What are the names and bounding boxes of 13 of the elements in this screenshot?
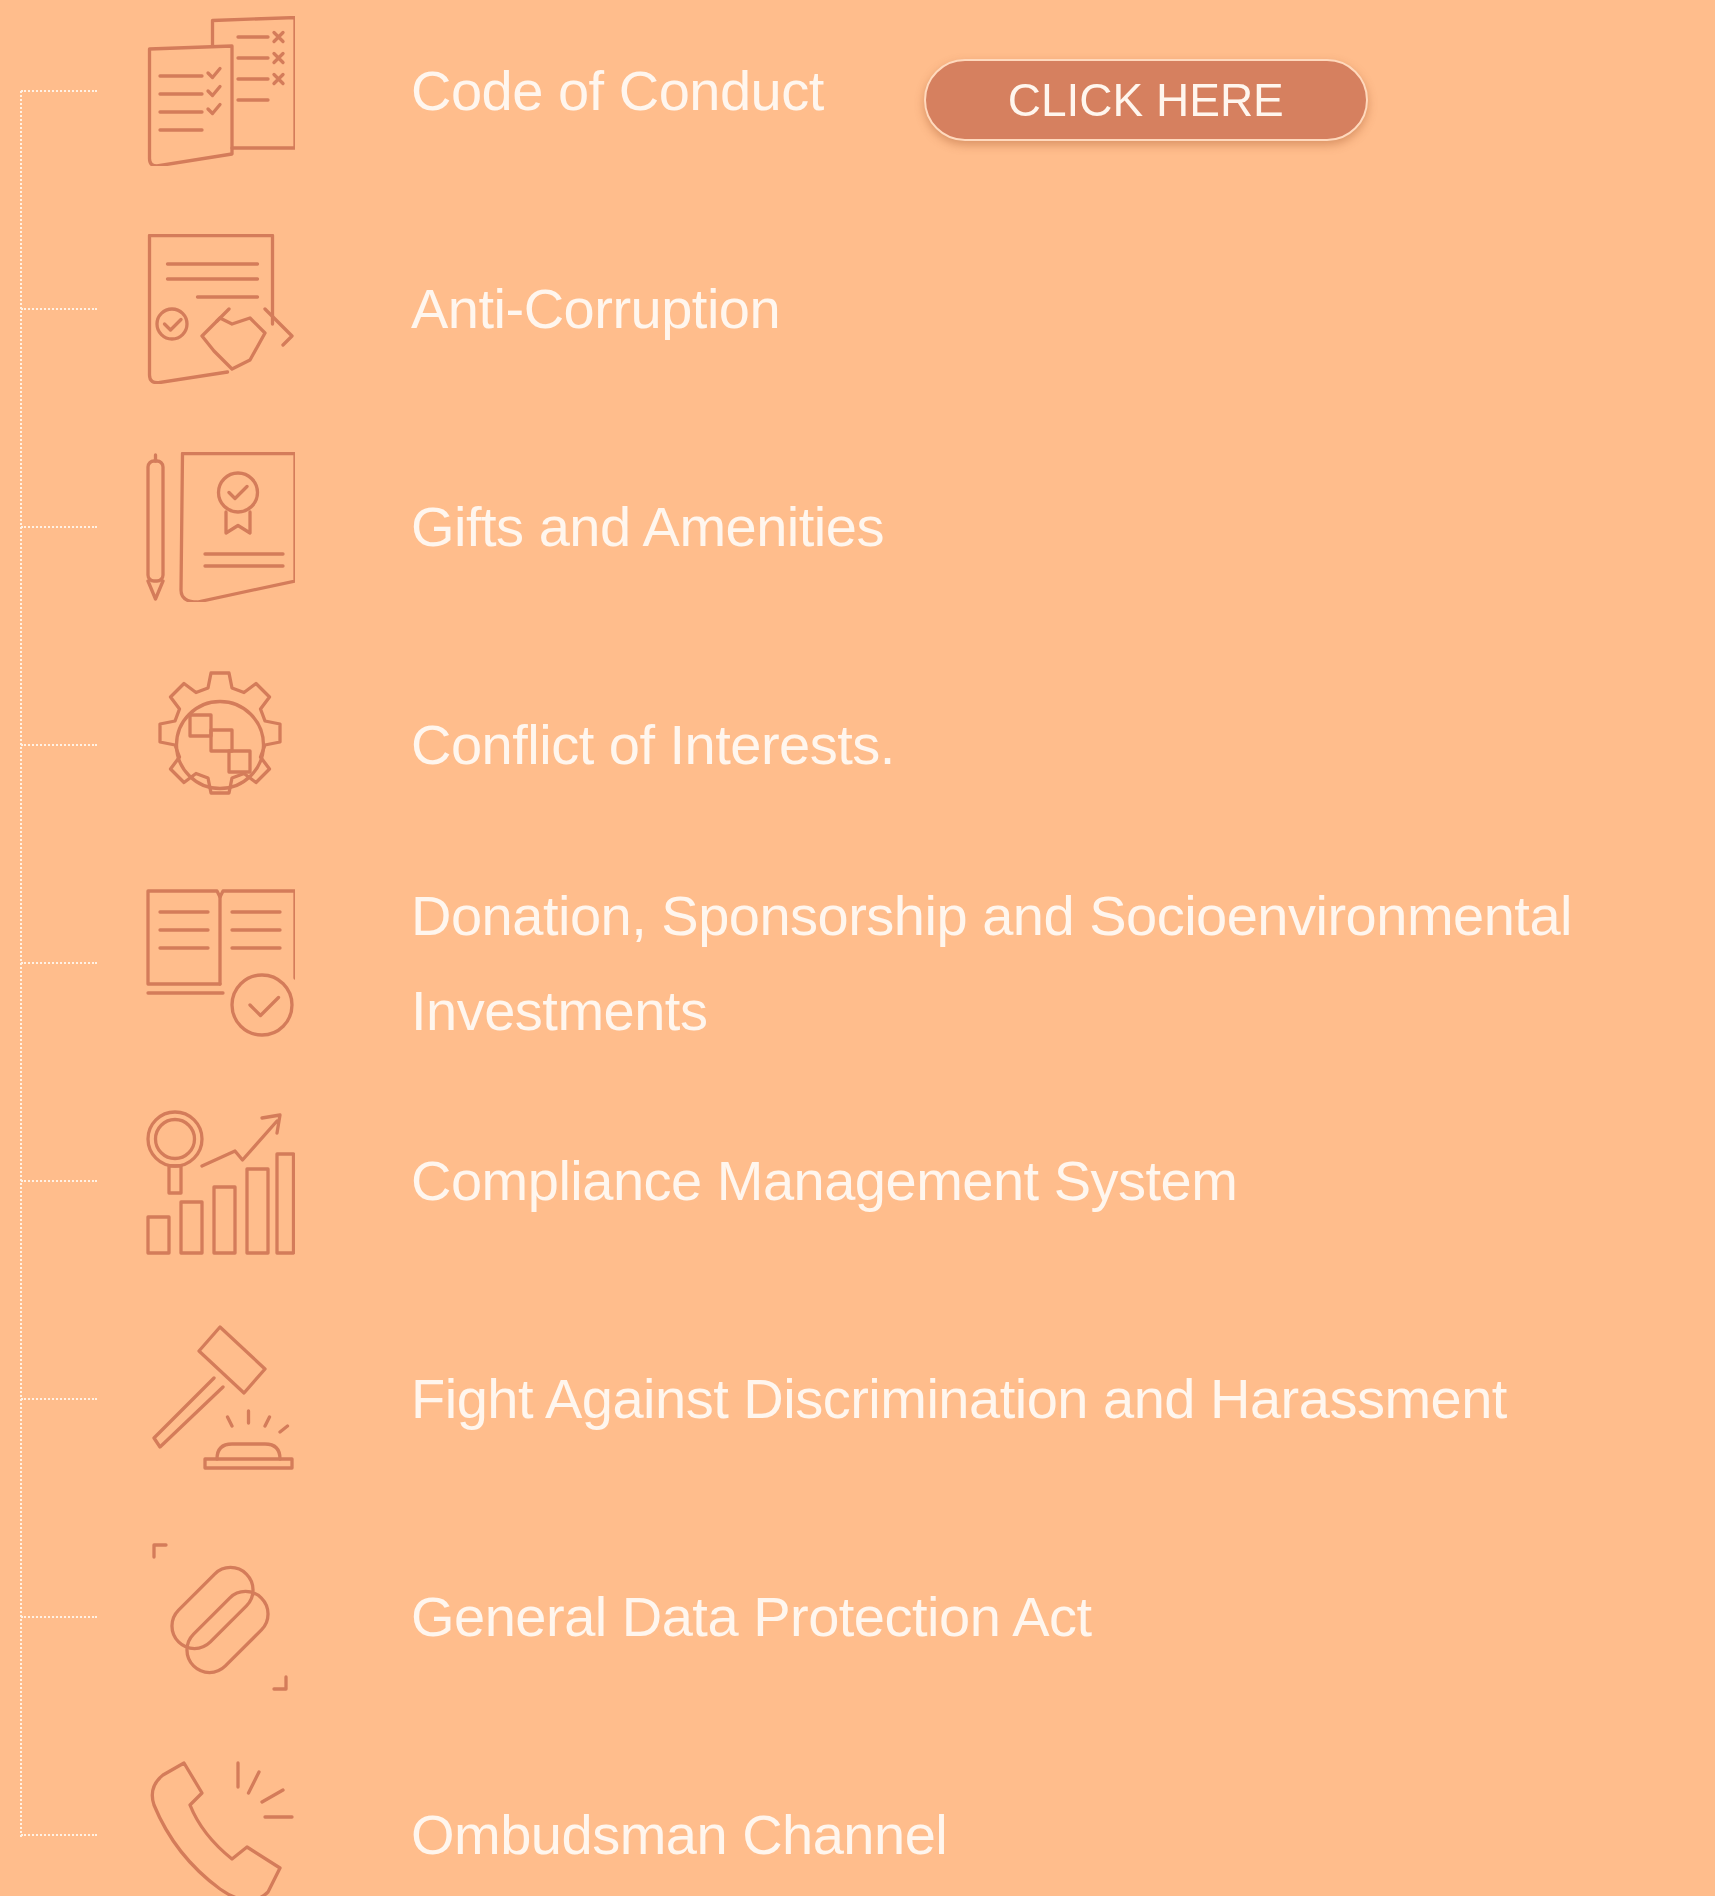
documents-checklist-icon bbox=[145, 16, 295, 166]
item-title: Fight Against Discrimination and Harassment bbox=[411, 1366, 1507, 1433]
certificate-pen-icon bbox=[145, 452, 295, 602]
item-title: Donation, Sponsorship and Socioenvironmental Investments bbox=[411, 882, 1573, 1044]
click-here-button[interactable]: CLICK HERE bbox=[923, 59, 1368, 141]
item-title: Conflict of Interests. bbox=[411, 712, 895, 779]
item-title: Gifts and Amenities bbox=[411, 494, 884, 561]
item-title: Code of Conduct bbox=[411, 58, 824, 125]
item-title: Ombudsman Channel bbox=[411, 1802, 948, 1869]
open-book-check-icon bbox=[145, 888, 295, 1038]
item-title: General Data Protection Act bbox=[411, 1584, 1092, 1651]
item-title: Compliance Management System bbox=[411, 1148, 1238, 1215]
item-title: Anti-Corruption bbox=[411, 276, 781, 343]
